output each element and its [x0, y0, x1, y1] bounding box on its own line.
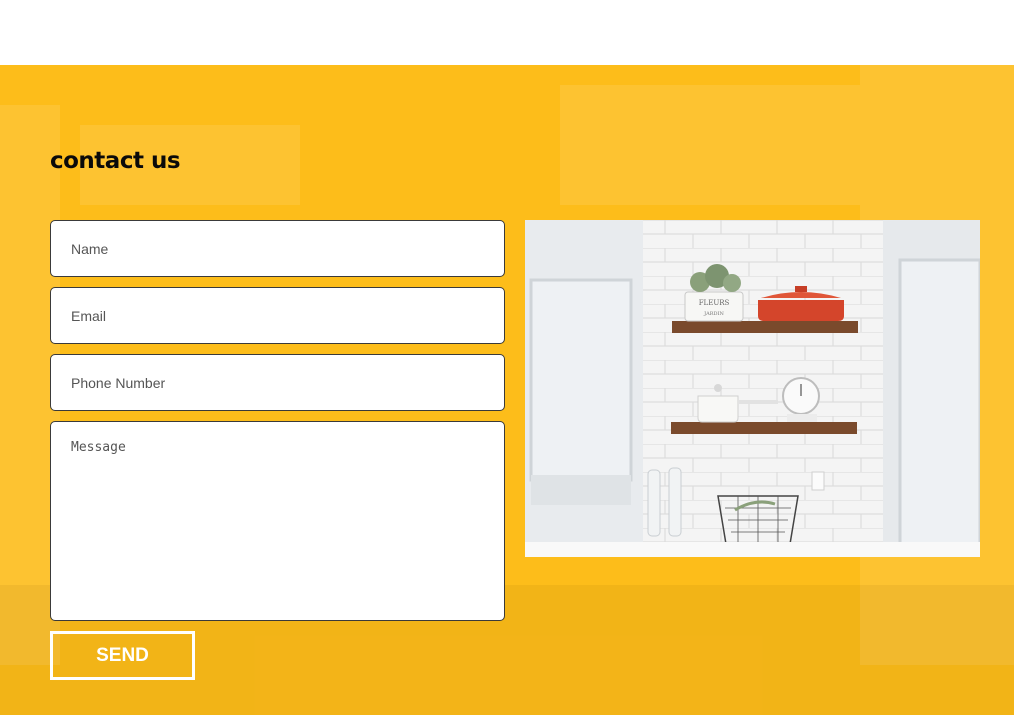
- top-shelf: [672, 321, 858, 333]
- jar-label-line1: FLEURS: [699, 299, 730, 307]
- glass-bottle-1: [647, 469, 661, 537]
- saucepan: [697, 395, 739, 423]
- kitchen-shelves-photo: FLEURS JARDIN: [525, 220, 980, 557]
- contact-section: contact us SEND FLEURS JA: [0, 65, 1014, 715]
- phone-field[interactable]: [50, 354, 505, 411]
- countertop: [525, 542, 980, 557]
- name-field[interactable]: [50, 220, 505, 277]
- orange-casserole: [758, 300, 844, 321]
- top-header-bar: [0, 0, 1014, 65]
- message-field[interactable]: [50, 421, 505, 621]
- bg-range-hood: [560, 85, 860, 205]
- bottom-shelf: [671, 422, 857, 434]
- kitchen-shelves-illustration: FLEURS JARDIN: [525, 220, 980, 557]
- send-button[interactable]: SEND: [50, 631, 195, 680]
- email-field[interactable]: [50, 287, 505, 344]
- jar-label-line2: JARDIN: [703, 311, 724, 317]
- glass-bottle-2: [668, 467, 682, 537]
- wall-outlet: [811, 471, 825, 491]
- contact-heading: contact us: [50, 148, 181, 174]
